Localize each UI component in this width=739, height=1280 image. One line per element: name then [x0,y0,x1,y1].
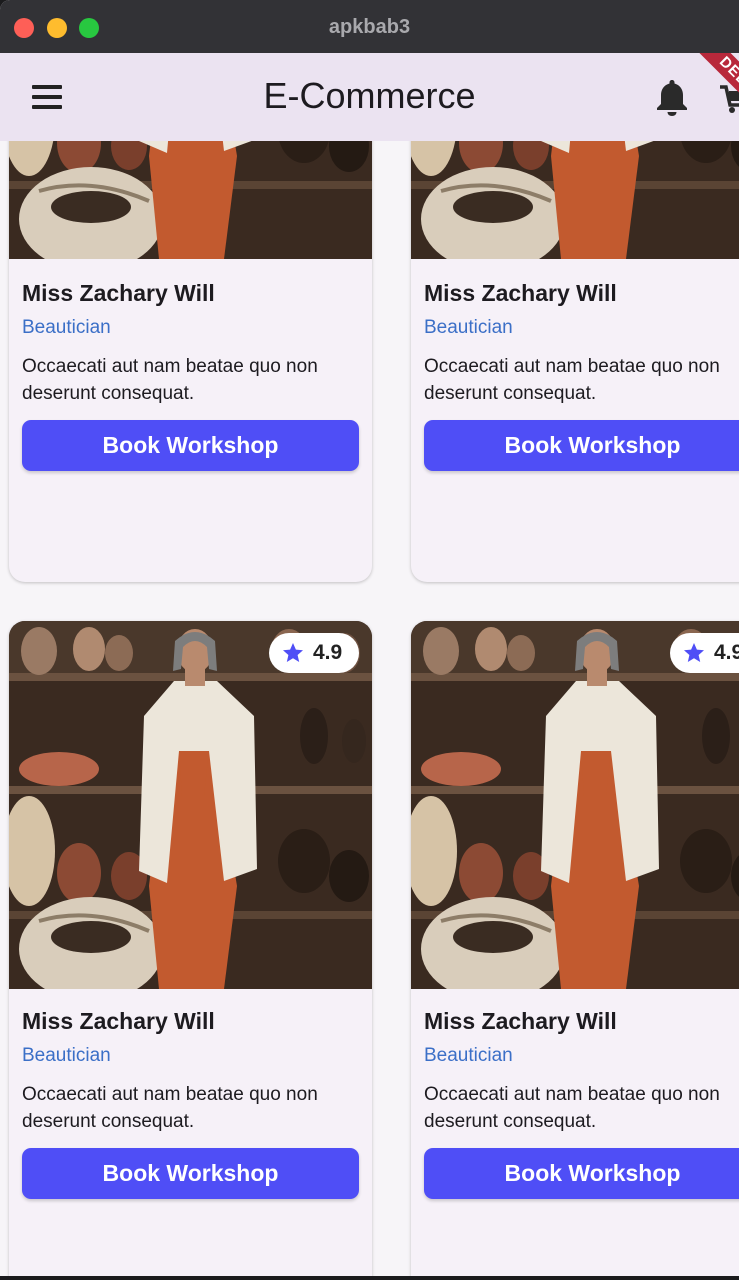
bell-icon[interactable] [654,77,690,117]
card-title: Miss Zachary Will [424,280,617,306]
rating-value: 4.9 [714,641,739,664]
workshop-photo [411,141,739,259]
card-description: Occaecati aut nam beatae quo non deserun… [22,1084,318,1132]
rating-value: 4.9 [313,641,343,664]
workshop-photo [9,621,372,989]
star-icon [281,641,305,665]
card-description: Occaecati aut nam beatae quo non deserun… [424,1084,720,1132]
card-title: Miss Zachary Will [22,280,215,306]
card-role: Beautician [22,317,111,338]
workshop-grid[interactable]: Miss Zachary Will Beautician Occaecati a… [0,141,739,1276]
workshop-photo [9,141,372,259]
card-role: Beautician [22,1045,111,1066]
card-description: Occaecati aut nam beatae quo non deserun… [424,356,720,404]
workshop-card[interactable]: 4.9 Miss Zachary Will Beautician Occaeca… [411,621,739,1276]
card-title: Miss Zachary Will [22,1008,215,1034]
card-role: Beautician [424,1045,513,1066]
workshop-card[interactable]: Miss Zachary Will Beautician Occaecati a… [411,141,739,582]
app-bar: E-Commerce DEBUG [0,53,739,141]
workshop-photo [411,621,739,989]
window-titlebar: apkbab3 [0,0,739,54]
window-title: apkbab3 [328,16,411,38]
book-workshop-button[interactable]: Book Workshop [22,420,359,471]
page-title: E-Commerce [263,75,476,116]
workshop-card[interactable]: Miss Zachary Will Beautician Occaecati a… [9,141,372,582]
book-workshop-button[interactable]: Book Workshop [424,1148,739,1199]
star-icon [682,641,706,665]
book-workshop-button[interactable]: Book Workshop [22,1148,359,1199]
rating-badge: 4.9 [269,633,359,673]
book-workshop-button[interactable]: Book Workshop [424,420,739,471]
card-description: Occaecati aut nam beatae quo non deserun… [22,356,318,404]
rating-badge: 4.9 [670,633,739,673]
card-role: Beautician [424,317,513,338]
card-title: Miss Zachary Will [424,1008,617,1034]
workshop-card[interactable]: 4.9 Miss Zachary Will Beautician Occaeca… [9,621,372,1276]
app-window: apkbab3 E-Commerce DEBUG Miss Zachary Wi… [0,0,739,1276]
